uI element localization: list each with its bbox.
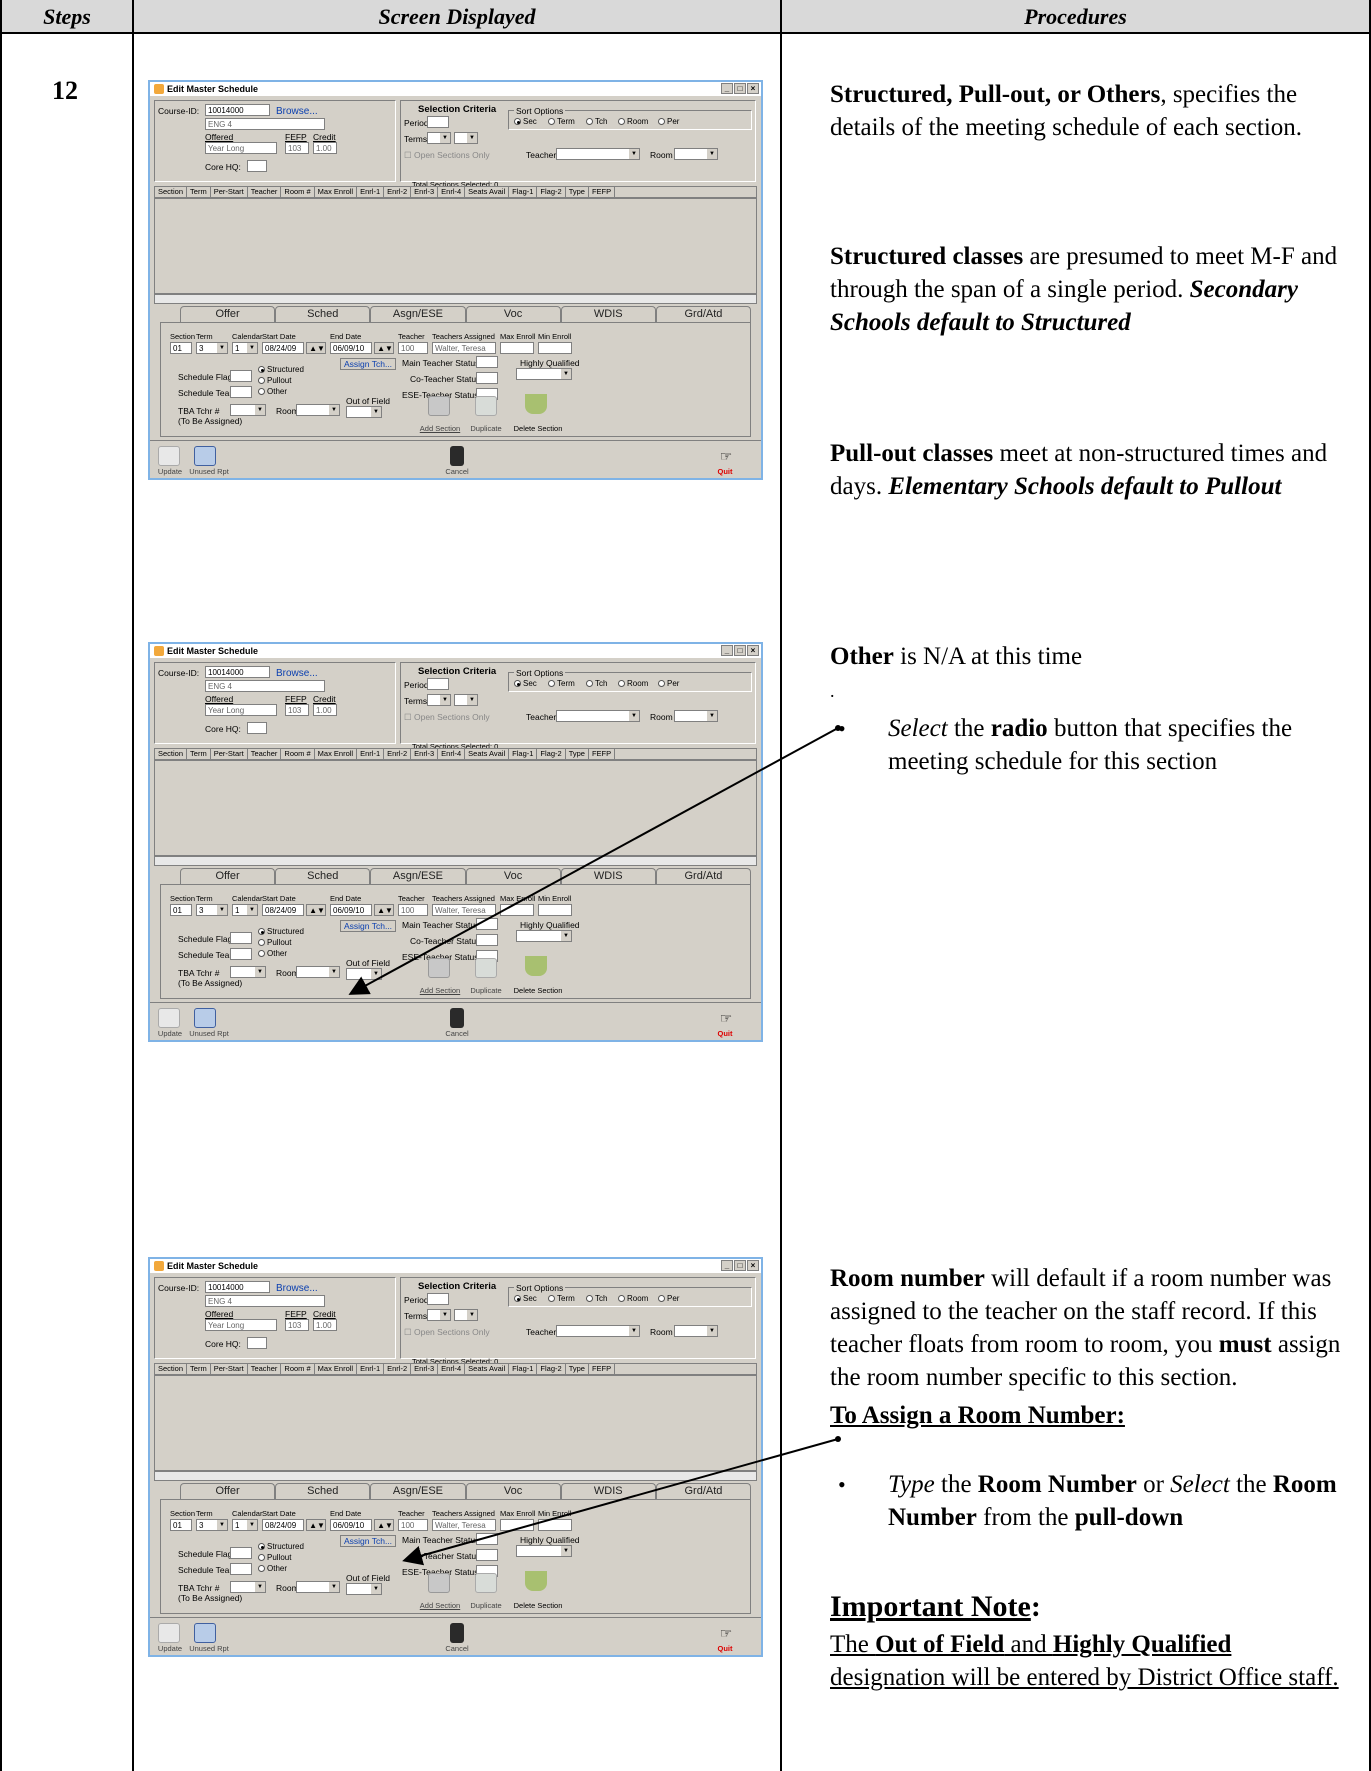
procedure-dot: . <box>830 681 835 701</box>
assign-room-heading: To Assign a Room Number: <box>830 1402 1125 1429</box>
arrow-to-radio <box>348 727 839 995</box>
important-note-heading: Important Note: <box>830 1590 1041 1623</box>
procedure-structured-pullout: Structured, Pull-out, or Others, specifi… <box>830 81 1303 141</box>
procedure-room-number: Room number will default if a room numbe… <box>830 1265 1341 1391</box>
arrow-to-room <box>402 1438 839 1566</box>
bullet-type-room: • Type the Room Number or Select the Roo… <box>838 1471 1337 1531</box>
procedure-pullout-classes: Pull-out classes meet at non-structured … <box>830 440 1328 500</box>
procedure-structured-classes: Structured classes are presumed to meet … <box>830 243 1338 336</box>
bullet-select-radio: • Select the radio button that specifies… <box>838 715 1293 775</box>
important-note-body: The Out of Field and Highly Qualified de… <box>830 1631 1339 1691</box>
procedure-other: Other is N/A at this time <box>830 643 1083 670</box>
